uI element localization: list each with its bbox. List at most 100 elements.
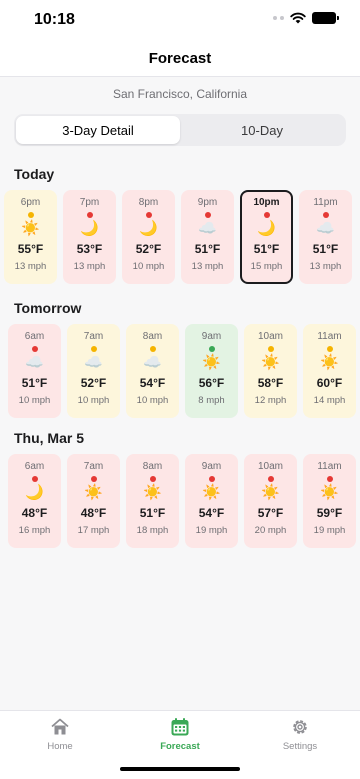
hour-time: 7am — [83, 331, 104, 342]
hour-wind-speed: 8 mph — [198, 395, 225, 406]
sun-icon: ☀️ — [143, 484, 162, 501]
hour-temperature: 54°F — [139, 376, 166, 390]
sun-icon: ☀️ — [320, 354, 339, 371]
hour-forecast-card[interactable]: 11pm ☁️ 51°F 13 mph — [299, 190, 352, 284]
tab-bar: Home Forecast Settings — [0, 710, 360, 779]
hour-time: 11am — [317, 331, 342, 342]
hour-time: 8am — [142, 461, 163, 472]
hour-forecast-card[interactable]: 9am ☀️ 54°F 19 mph — [185, 454, 238, 548]
hour-temperature: 55°F — [17, 242, 44, 256]
hour-wind-speed: 13 mph — [191, 261, 224, 272]
hour-wind-speed: 10 mph — [77, 395, 110, 406]
hour-time: 9pm — [197, 197, 218, 208]
hour-forecast-card[interactable]: 11am ☀️ 60°F 14 mph — [303, 324, 356, 418]
condition-dot-icon — [31, 346, 38, 352]
hour-temperature: 52°F — [80, 376, 107, 390]
condition-dot-icon — [326, 346, 333, 352]
hour-forecast-card[interactable]: 7pm 🌙 53°F 13 mph — [63, 190, 116, 284]
condition-dot-icon — [149, 476, 156, 482]
hour-wind-speed: 13 mph — [73, 261, 106, 272]
cloud-icon: ☁️ — [143, 354, 162, 371]
forecast-content[interactable]: San Francisco, California 3-Day Detail 1… — [0, 77, 360, 710]
condition-dot-icon — [145, 212, 152, 218]
segment-3-day-detail[interactable]: 3-Day Detail — [16, 116, 180, 144]
condition-dot-icon — [322, 212, 329, 218]
sun-icon: ☀️ — [84, 484, 103, 501]
hourly-forecast-row[interactable]: 6am ☁️ 51°F 10 mph 7am ☁️ 52°F 10 mph 8am ☁️ 54°F 1… — [0, 324, 360, 418]
sun-icon: ☀️ — [261, 484, 280, 501]
status-icons — [273, 12, 339, 24]
hour-forecast-card[interactable]: 10am ☀️ 58°F 12 mph — [244, 324, 297, 418]
hour-forecast-card[interactable]: 7am ☁️ 52°F 10 mph — [67, 324, 120, 418]
hour-temperature: 53°F — [76, 242, 103, 256]
hour-temperature: 51°F — [312, 242, 339, 256]
day-section-title: Today — [14, 166, 55, 182]
hour-forecast-card[interactable]: 6am 🌙 48°F 16 mph — [8, 454, 61, 548]
hour-forecast-card[interactable]: 8pm 🌙 52°F 10 mph — [122, 190, 175, 284]
hour-temperature: 52°F — [135, 242, 162, 256]
hourly-forecast-row[interactable]: 6am 🌙 48°F 16 mph 7am ☀️ 48°F 17 mph 8am ☀️ 51°F 18… — [0, 454, 360, 548]
hour-forecast-card[interactable]: 8am ☁️ 54°F 10 mph — [126, 324, 179, 418]
moon-icon: 🌙 — [139, 220, 158, 237]
hour-wind-speed: 13 mph — [14, 261, 47, 272]
moon-icon: 🌙 — [25, 484, 44, 501]
navigation-bar: Forecast — [0, 40, 360, 77]
condition-dot-icon — [204, 212, 211, 218]
hour-temperature: 51°F — [21, 376, 48, 390]
gear-icon — [293, 720, 307, 734]
hour-wind-speed: 19 mph — [313, 525, 346, 536]
condition-dot-icon — [326, 476, 333, 482]
tab-settings[interactable]: Settings — [240, 711, 360, 779]
hour-temperature: 58°F — [257, 376, 284, 390]
sun-icon: ☀️ — [320, 484, 339, 501]
hour-forecast-card[interactable]: 7am ☀️ 48°F 17 mph — [67, 454, 120, 548]
day-section-title: Tomorrow — [14, 300, 82, 316]
hourly-forecast-row[interactable]: 6pm ☀️ 55°F 13 mph 7pm 🌙 53°F 13 mph 8pm 🌙 52°F 10 … — [0, 190, 360, 284]
status-time: 10:18 — [34, 11, 75, 28]
hour-time: 7pm — [79, 197, 100, 208]
hour-forecast-card[interactable]: 8am ☀️ 51°F 18 mph — [126, 454, 179, 548]
hour-forecast-card[interactable]: 6am ☁️ 51°F 10 mph — [8, 324, 61, 418]
hour-time: 9am — [201, 461, 222, 472]
hour-wind-speed: 12 mph — [254, 395, 287, 406]
hour-time: 6am — [24, 331, 45, 342]
condition-dot-icon — [263, 212, 270, 218]
location-label: San Francisco, California — [112, 87, 248, 101]
home-indicator — [120, 767, 240, 771]
hour-temperature: 56°F — [198, 376, 225, 390]
sun-icon: ☀️ — [202, 484, 221, 501]
moon-icon: 🌙 — [257, 220, 276, 237]
condition-dot-icon — [267, 346, 274, 352]
hour-wind-speed: 14 mph — [313, 395, 346, 406]
hour-time: 7am — [83, 461, 104, 472]
page-title: Forecast — [148, 49, 212, 67]
hour-forecast-card[interactable]: 9am ☀️ 56°F 8 mph — [185, 324, 238, 418]
home-icon — [51, 718, 69, 735]
condition-dot-icon — [86, 212, 93, 218]
hour-time: 6pm — [20, 197, 41, 208]
hour-forecast-card[interactable]: 10am ☀️ 57°F 20 mph — [244, 454, 297, 548]
condition-dot-icon — [149, 346, 156, 352]
hour-temperature: 48°F — [21, 506, 48, 520]
tab-home[interactable]: Home — [0, 711, 120, 779]
hour-forecast-card[interactable]: 6pm ☀️ 55°F 13 mph — [4, 190, 57, 284]
forecast-range-segmented-control[interactable]: 3-Day Detail 10-Day — [14, 114, 346, 146]
hour-time: 10am — [257, 461, 283, 472]
condition-dot-icon — [208, 476, 215, 482]
hour-forecast-card[interactable]: 10pm 🌙 51°F 15 mph — [240, 190, 293, 284]
wifi-icon — [290, 12, 306, 24]
hour-temperature: 51°F — [194, 242, 221, 256]
moon-icon: 🌙 — [80, 220, 99, 237]
hour-wind-speed: 10 mph — [136, 395, 169, 406]
hour-forecast-card[interactable]: 9pm ☁️ 51°F 13 mph — [181, 190, 234, 284]
cloud-icon: ☁️ — [316, 220, 335, 237]
status-bar: 10:18 — [0, 0, 360, 40]
tab-home-label: Home — [47, 741, 73, 752]
sun-icon: ☀️ — [202, 354, 221, 371]
hour-temperature: 54°F — [198, 506, 225, 520]
segment-10-day[interactable]: 10-Day — [180, 116, 344, 144]
hour-wind-speed: 10 mph — [18, 395, 51, 406]
hour-wind-speed: 17 mph — [77, 525, 110, 536]
hour-time: 8pm — [138, 197, 159, 208]
hour-forecast-card[interactable]: 11am ☀️ 59°F 19 mph — [303, 454, 356, 548]
